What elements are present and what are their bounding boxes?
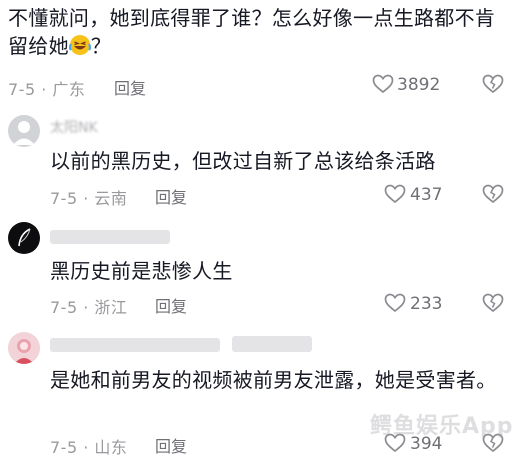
comment-3-avatar[interactable] — [8, 222, 40, 254]
comment-2-avatar[interactable] — [8, 115, 40, 147]
default-user-icon — [13, 121, 35, 145]
comment-3-text: 黑历史前是悲惨人生 — [50, 259, 233, 283]
comment-4-reply-button[interactable]: 回复 — [155, 433, 187, 457]
heart-icon — [372, 74, 394, 94]
comment-2-dislike-button[interactable] — [482, 184, 504, 204]
comment-1-dislike-button[interactable] — [482, 74, 504, 94]
broken-heart-icon — [482, 293, 504, 313]
comment-4-text: 是她和前男友的视频被前男友泄露，她是受害者。 — [50, 368, 497, 392]
comment-3-like-count: 233 — [410, 294, 443, 314]
comment-4-avatar[interactable] — [8, 332, 40, 364]
comment-3-dislike-button[interactable] — [482, 293, 504, 313]
comment-3-reply-button[interactable]: 回复 — [155, 293, 187, 317]
laughing-crying-emoji-icon — [68, 34, 91, 56]
comment-2-reply-button[interactable]: 回复 — [155, 184, 187, 208]
heart-icon — [384, 184, 406, 204]
comment-4-username-redacted — [50, 338, 220, 352]
heart-icon — [384, 293, 406, 313]
comment-1-reply-button[interactable]: 回复 — [114, 75, 146, 99]
feather-icon — [18, 228, 31, 247]
watermark-text: 鳄鱼娱乐App — [370, 414, 514, 439]
comment-2-text: 以前的黑历史，但改过自新了总该给条活路 — [50, 149, 436, 173]
comment-2-like-count: 437 — [410, 185, 443, 205]
watermark: 鳄鱼娱乐App — [370, 408, 514, 440]
broken-heart-icon — [482, 74, 504, 94]
avatar-photo-icon — [14, 339, 34, 364]
comment-2-username[interactable]: 太阳NK — [50, 117, 98, 137]
comment-2-date-location: 7-5 · 云南 — [50, 189, 128, 208]
comment-3-date-location: 7-5 · 浙江 — [50, 298, 128, 317]
comment-1-text: 不懂就问，她到底得罪了谁？怎么好像一点生路都不肯留给她？ — [8, 4, 508, 60]
comment-4-date-location: 7-5 · 山东 — [50, 438, 128, 457]
broken-heart-icon — [482, 184, 504, 204]
comment-1-text-after-emoji: ？ — [90, 34, 112, 58]
comment-4-badge-redacted — [232, 336, 312, 352]
comment-1-like-count: 3892 — [397, 75, 441, 95]
comment-3-username-redacted — [50, 230, 170, 244]
comment-1-date-location: 7-5 · 广东 — [8, 80, 86, 99]
